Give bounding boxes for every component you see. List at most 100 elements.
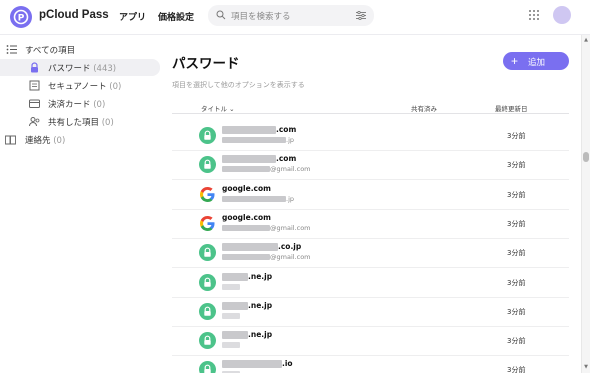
redacted-text [222, 312, 240, 319]
scroll-down-icon[interactable]: ▼ [583, 364, 589, 370]
row-subtitle: @gmail.com [222, 165, 311, 173]
add-button[interactable]: + 追加 [503, 52, 569, 70]
row-subtitle: .jp [222, 136, 294, 144]
row-updated: 3分前 [507, 161, 526, 170]
row-title-text: google.com [222, 183, 271, 193]
column-header-title[interactable]: タイトル ⌄ [201, 103, 235, 113]
google-icon [199, 214, 216, 232]
sidebar-item-passwords[interactable]: パスワード (443) [0, 59, 160, 76]
note-icon [29, 80, 40, 91]
top-header: P pCloud Pass アプリ 価格設定 項目を検索する [0, 0, 590, 35]
pcloud-logo-icon[interactable]: P [10, 6, 32, 28]
table-row[interactable]: .com .jp 3分前 [172, 121, 569, 151]
row-title: .com [222, 125, 296, 134]
table-row[interactable]: .ne.jp 3分前 [172, 268, 569, 298]
column-header-shared: 共有済み [411, 105, 437, 113]
sidebar-item-secure-notes[interactable]: セキュアノート (0) [0, 77, 160, 94]
row-updated: 3分前 [507, 307, 526, 316]
row-updated: 3分前 [507, 249, 526, 258]
row-title-text: .com [276, 125, 297, 134]
google-icon [199, 185, 216, 203]
row-title-text: .io [282, 359, 293, 369]
row-subtitle [222, 312, 240, 320]
lock-icon [199, 361, 216, 373]
avatar[interactable] [553, 6, 571, 24]
main-content: パスワード 項目を選択して他のオプションを表示する + 追加 タイトル ⌄ 共有… [163, 35, 581, 373]
row-title-text: .co.jp [278, 242, 302, 252]
lock-icon [199, 302, 216, 320]
row-title-text: .ne.jp [248, 330, 273, 340]
scrollbar[interactable]: ▲ ▼ [581, 35, 590, 373]
row-subtitle-text: .jp [286, 136, 294, 144]
row-subtitle-text: @gmail.com [270, 165, 311, 174]
search-placeholder: 項目を検索する [231, 12, 291, 22]
table-row[interactable]: google.com .jp 3分前 [172, 180, 569, 210]
lock-icon [199, 156, 216, 174]
row-subtitle: .jp [222, 195, 294, 203]
row-updated: 3分前 [507, 132, 526, 140]
redacted-text [222, 301, 248, 310]
redacted-text [222, 254, 270, 261]
sidebar-item-shared[interactable]: 共有した項目 (0) [0, 113, 160, 130]
list-icon [6, 45, 17, 54]
row-title: .io [222, 359, 293, 369]
sidebar-item-label: パスワード [48, 64, 91, 74]
row-subtitle-text: @gmail.com [270, 223, 311, 232]
row-title: .ne.jp [222, 330, 273, 340]
filter-icon[interactable] [356, 11, 366, 20]
header-divider [172, 113, 569, 114]
redacted-text [222, 272, 248, 281]
sidebar-item-count: (0) [101, 118, 114, 128]
sidebar: すべての項目 パスワード (443) セキュアノート (0) 決済カード (0)… [0, 35, 163, 373]
redacted-text [222, 166, 270, 173]
row-updated: 3分前 [507, 278, 526, 287]
lock-icon [199, 127, 216, 144]
sidebar-item-payment-cards[interactable]: 決済カード (0) [0, 95, 160, 112]
table-row[interactable]: .ne.jp 3分前 [172, 326, 569, 357]
lock-icon [199, 244, 216, 262]
redacted-text [222, 331, 248, 340]
scroll-thumb[interactable] [583, 152, 589, 162]
row-title-text: .com [276, 154, 297, 164]
row-updated: 3分前 [507, 337, 526, 346]
svg-text:P: P [18, 14, 25, 24]
apps-grid-icon[interactable] [528, 9, 540, 21]
table-row[interactable]: .com @gmail.com 3分前 [172, 150, 569, 181]
table-row[interactable]: .co.jp @gmail.com 3分前 [172, 238, 569, 269]
scroll-up-icon[interactable]: ▲ [583, 37, 589, 43]
redacted-text [222, 224, 270, 231]
redacted-text [222, 243, 278, 252]
sidebar-item-all[interactable]: すべての項目 [0, 41, 160, 58]
row-title: google.com [222, 213, 271, 222]
app-name[interactable]: pCloud Pass [39, 9, 109, 21]
row-subtitle-text: .jp [286, 194, 294, 203]
nav-pricing[interactable]: 価格設定 [158, 10, 194, 23]
column-header-updated: 最終更新日 [495, 105, 528, 113]
sidebar-item-contacts[interactable]: 連絡先 (0) [0, 131, 160, 148]
row-title-text: .ne.jp [248, 271, 273, 281]
sidebar-item-count: (0) [93, 100, 106, 110]
card-icon [29, 99, 40, 108]
add-button-label: 追加 [528, 57, 546, 67]
sidebar-item-count: (443) [93, 64, 117, 74]
row-updated: 3分前 [507, 366, 526, 373]
row-title: .co.jp [222, 242, 302, 252]
sidebar-item-label: 共有した項目 [48, 118, 100, 128]
nav-apps[interactable]: アプリ [119, 10, 146, 23]
sidebar-item-label: 連絡先 [25, 136, 51, 146]
sidebar-item-count: (0) [53, 136, 66, 146]
row-title: google.com [222, 184, 271, 193]
search-input[interactable]: 項目を検索する [208, 5, 374, 26]
redacted-text [222, 283, 240, 290]
sidebar-item-label: すべての項目 [25, 46, 76, 56]
row-title-text: google.com [222, 212, 271, 222]
redacted-text [222, 155, 276, 164]
search-icon [216, 10, 226, 20]
table-row[interactable]: .ne.jp 3分前 [172, 297, 569, 327]
table-row[interactable]: .io 3分前 [172, 355, 569, 373]
row-updated: 3分前 [507, 219, 526, 228]
sidebar-item-label: セキュアノート [48, 82, 107, 92]
redacted-text [222, 126, 276, 134]
table-row[interactable]: google.com @gmail.com 3分前 [172, 209, 569, 239]
row-subtitle [222, 341, 240, 349]
